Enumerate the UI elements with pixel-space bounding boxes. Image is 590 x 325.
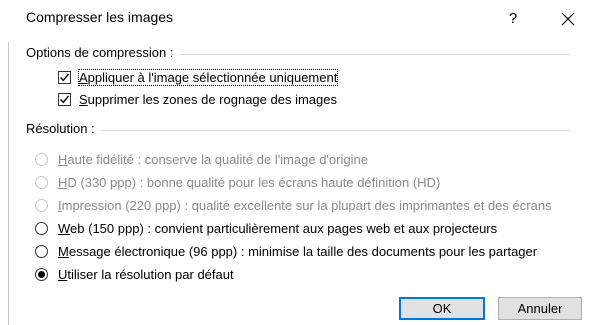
print-label: Impression (220 ppp) : qualité excellent… — [58, 197, 552, 213]
default-resolution-radio[interactable] — [35, 267, 48, 281]
compression-group-label: Options de compression : — [26, 45, 180, 60]
cancel-button[interactable]: Annuler — [498, 297, 582, 320]
delete-cropped-areas-checkbox[interactable] — [58, 92, 71, 106]
title-bar: Compresser les images ? — [0, 0, 590, 38]
email-radio[interactable] — [35, 244, 48, 258]
delete-cropped-areas-label: Supprimer les zones de rognage des image… — [79, 91, 337, 107]
resolution-option-hd[interactable]: HD (330 ppp) : bonne qualité pour les éc… — [35, 173, 440, 191]
resolution-option-print[interactable]: Impression (220 ppp) : qualité excellent… — [35, 196, 552, 214]
apply-selected-only-checkbox[interactable] — [58, 70, 71, 84]
delete-cropped-areas-option[interactable]: Supprimer les zones de rognage des image… — [58, 90, 337, 108]
close-button[interactable] — [554, 6, 582, 32]
resolution-group-divider — [30, 130, 570, 131]
web-label: Web (150 ppp) : convient particulièremen… — [58, 220, 498, 236]
print-radio[interactable] — [35, 198, 48, 212]
checkmark-icon — [60, 73, 70, 81]
window-frame-edge — [8, 42, 9, 325]
web-radio[interactable] — [35, 221, 48, 235]
apply-selected-only-label: Appliquer à l'image sélectionnée uniquem… — [77, 68, 339, 86]
high-fidelity-radio[interactable] — [35, 152, 48, 166]
resolution-option-default[interactable]: Utiliser la résolution par défaut — [35, 265, 234, 283]
close-icon — [561, 12, 575, 26]
resolution-option-email[interactable]: Message électronique (96 ppp) : minimise… — [35, 242, 537, 260]
high-fidelity-label: Haute fidélité : conserve la qualité de … — [58, 151, 368, 167]
resolution-option-high-fidelity[interactable]: Haute fidélité : conserve la qualité de … — [35, 150, 368, 168]
hd-radio[interactable] — [35, 175, 48, 189]
dialog-title: Compresser les images — [26, 9, 174, 25]
radio-selected-dot — [38, 270, 45, 278]
hd-label: HD (330 ppp) : bonne qualité pour les éc… — [58, 174, 441, 190]
checkmark-icon — [60, 95, 70, 103]
apply-selected-only-option[interactable]: Appliquer à l'image sélectionnée uniquem… — [58, 68, 339, 86]
resolution-option-web[interactable]: Web (150 ppp) : convient particulièremen… — [35, 219, 497, 237]
ok-button[interactable]: OK — [399, 297, 485, 320]
compress-images-dialog: Compresser les images ? Options de compr… — [0, 0, 590, 325]
help-button[interactable]: ? — [500, 6, 526, 32]
email-label: Message électronique (96 ppp) : minimise… — [58, 243, 538, 259]
resolution-group-label: Résolution : — [26, 121, 101, 136]
default-resolution-label: Utiliser la résolution par défaut — [58, 266, 234, 282]
